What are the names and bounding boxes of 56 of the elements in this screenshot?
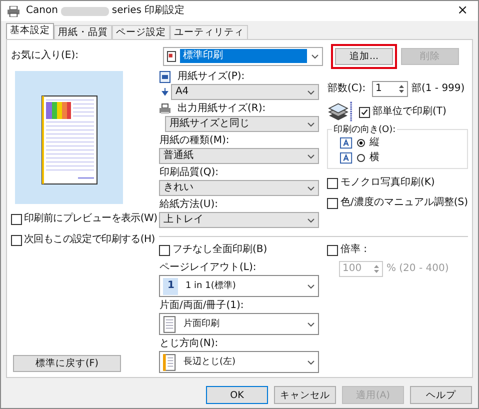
dropdown-value: きれい [163, 182, 194, 194]
range-text: 部(1 - 999) [411, 83, 465, 95]
checkbox-label: 次回もこの設定で印刷する(H) [24, 234, 155, 246]
dropdown[interactable]: きれい [159, 180, 320, 196]
checkbox-label: 色/濃度のマニュアル調整(S) [340, 197, 468, 209]
dropdown[interactable]: 長辺とじ(左) [159, 351, 320, 373]
dropdown[interactable]: 普通紙 [159, 148, 320, 164]
window-title: series 印刷設定 [112, 5, 185, 17]
spinner-value: 1 [375, 83, 382, 95]
favorites-dropdown[interactable]: 標準印刷 [163, 46, 323, 66]
field-label: 出力用紙サイズ(R): [177, 103, 266, 115]
reset-button[interactable]: 標準に戻す(F) [13, 355, 121, 372]
button[interactable]: キャンセル [274, 386, 336, 404]
checkbox-label: 倍率 : [340, 244, 368, 256]
dropdown-value: 標準印刷 [180, 49, 307, 63]
dropdown-value: 上トレイ [163, 214, 204, 226]
tab[interactable]: 用紙・品質 [54, 25, 112, 39]
tab[interactable]: ページ設定 [112, 25, 170, 39]
dropdown-value: 用紙サイズと同じ [169, 118, 250, 130]
dropdown-value: 普通紙 [163, 150, 194, 162]
dropdown-value: 片面印刷 [183, 318, 220, 330]
dropdown-value: A4 [175, 86, 189, 98]
checkbox-label: 印刷前にプレビューを表示(W) [24, 213, 158, 225]
dropdown[interactable]: A4 [171, 84, 320, 100]
dropdown[interactable]: 片面印刷 [159, 313, 320, 335]
radio-label: 横 [369, 152, 380, 164]
button[interactable]: ヘルプ [410, 386, 472, 404]
button[interactable]: OK [206, 386, 268, 404]
tab[interactable]: ユーティリティ [170, 25, 248, 39]
field-label: 片面/両面/冊子(1): [159, 300, 245, 312]
checkbox-label: 部単位で印刷(T) [372, 106, 446, 118]
field-label: 用紙サイズ(P): [177, 71, 245, 83]
field-label: 給紙方法(U): [159, 199, 218, 211]
dropdown-value: 長辺とじ(左) [183, 356, 236, 368]
checkbox-label: モノクロ写真印刷(K) [340, 177, 435, 189]
button[interactable]: 追加... [335, 48, 393, 64]
field-label: とじ方向(N): [159, 338, 220, 350]
field-label: お気に入り(E): [11, 50, 80, 62]
tab[interactable]: 基本設定 [6, 23, 54, 39]
dropdown[interactable]: 1 1 in 1(標準) [159, 275, 320, 297]
checkbox-label: フチなし全面印刷(B) [172, 244, 268, 256]
dropdown[interactable]: 用紙サイズと同じ [165, 116, 320, 132]
range-text: % (20 - 400) [386, 263, 449, 275]
dropdown-value: 1 in 1(標準) [185, 280, 236, 292]
window-title: Canon [26, 5, 58, 17]
field-label: ページレイアウト(L): [159, 262, 258, 274]
group-label: 印刷の向き(O): [332, 124, 397, 136]
radio-label: 縦 [369, 137, 380, 149]
spinner-value: 100 [342, 263, 362, 275]
field-label: 印刷品質(Q): [159, 167, 219, 179]
close-button[interactable]: × [453, 5, 472, 17]
field-label: 用紙の種類(M): [159, 135, 230, 147]
field-label: 部数(C): [327, 83, 367, 95]
dropdown[interactable]: 上トレイ [159, 212, 320, 228]
number-tile: 1 [163, 278, 178, 294]
copies-spinner[interactable]: 1 [372, 81, 408, 97]
